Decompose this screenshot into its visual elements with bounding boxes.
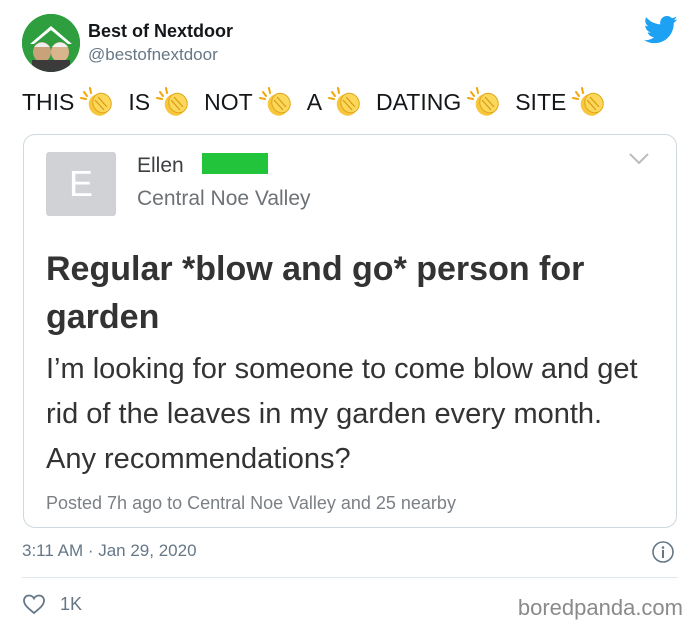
redaction-bar	[202, 153, 268, 174]
tweet-word: DATING	[376, 88, 462, 115]
poster-avatar: E	[46, 152, 116, 216]
user-handle[interactable]: @bestofnextdoor	[88, 45, 218, 65]
chevron-down-icon[interactable]	[628, 152, 650, 166]
muppet-avatar-icon	[22, 14, 80, 72]
poster-location: Central Noe Valley	[137, 187, 311, 210]
display-name[interactable]: Best of Nextdoor	[88, 21, 233, 42]
info-icon[interactable]	[651, 540, 675, 564]
posted-meta: Posted 7h ago to Central Noe Valley and …	[46, 493, 456, 513]
tweet-word: SITE	[515, 88, 567, 115]
heart-icon[interactable]	[22, 593, 46, 615]
like-count[interactable]: 1K	[60, 594, 82, 615]
divider	[22, 577, 678, 578]
clapping-hands-icon	[572, 87, 605, 116]
tweet-text: THIS IS NOT A DATING SITE	[22, 86, 620, 118]
clapping-hands-icon	[328, 87, 360, 116]
clapping-hands-icon	[156, 87, 188, 116]
tweet-timestamp[interactable]: 3:11 AM · Jan 29, 2020	[22, 541, 197, 561]
clapping-hands-icon	[80, 87, 113, 116]
post-title: Regular *blow and go* person for garden	[46, 250, 585, 336]
tweet-word: A	[306, 88, 323, 115]
profile-avatar[interactable]	[22, 14, 80, 72]
embedded-post-card[interactable]: E Ellen Central Noe Valley Regular *blow…	[23, 134, 677, 528]
twitter-bird-icon[interactable]	[644, 15, 678, 45]
tweet-word: THIS	[22, 88, 75, 115]
poster-name: Ellen	[137, 154, 184, 177]
tweet-word: IS	[128, 88, 151, 115]
clapping-hands-icon	[467, 87, 499, 116]
tweet-word: NOT	[204, 88, 253, 115]
clapping-hands-icon	[258, 87, 291, 116]
watermark: boredpanda.com	[517, 595, 683, 620]
post-body: I’m looking for someone to come blow and…	[46, 353, 638, 475]
